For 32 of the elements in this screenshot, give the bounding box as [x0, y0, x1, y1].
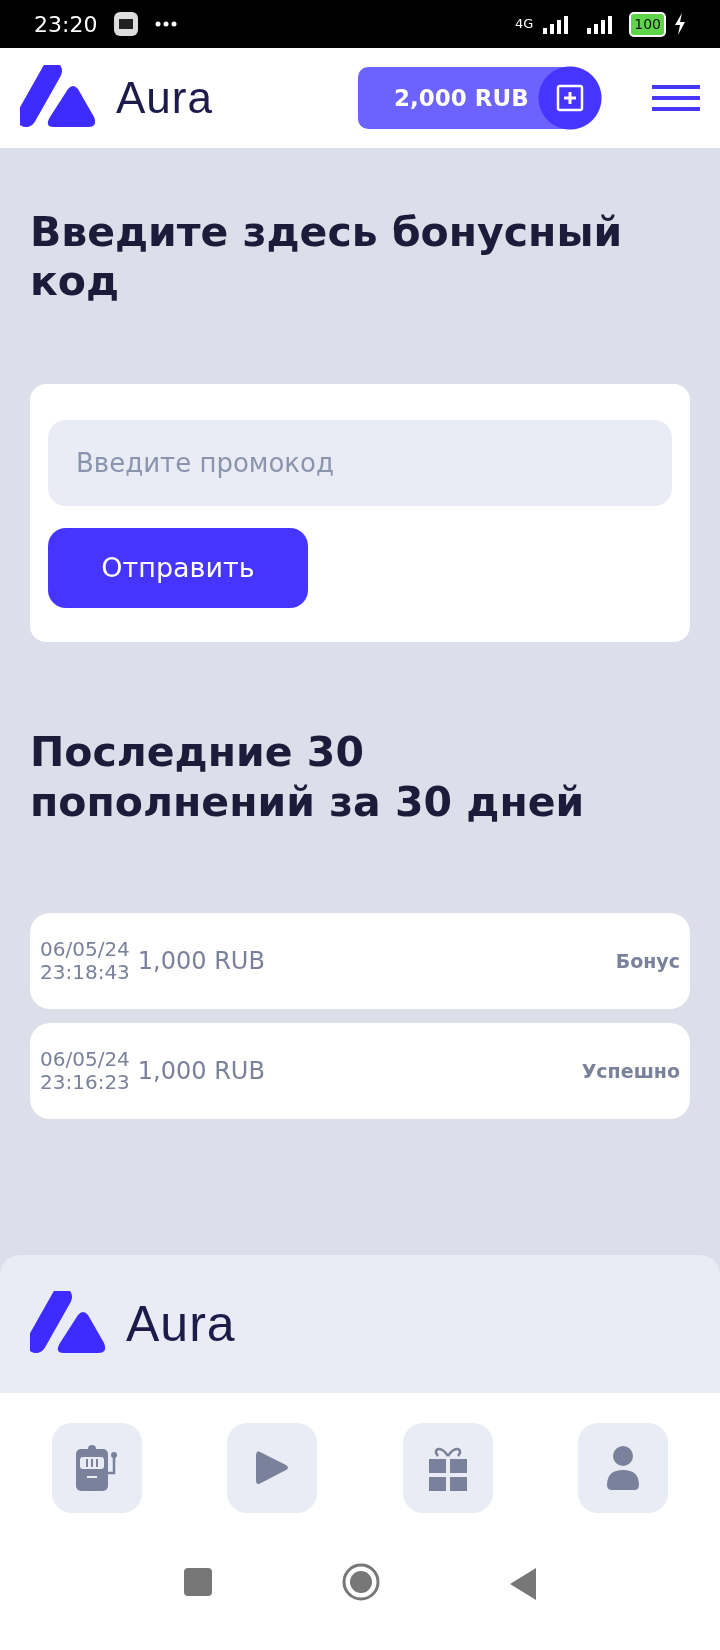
app-notification-icon [113, 11, 140, 37]
status-text: Успешно [581, 1058, 680, 1084]
plus-icon [556, 84, 584, 112]
more-notifications-icon [155, 21, 178, 27]
profile-icon [606, 1445, 640, 1491]
amount-text: 1,000 RUB [137, 1055, 265, 1087]
balance-button[interactable]: 2,000 RUB [358, 67, 538, 129]
nav-button[interactable] [52, 1423, 142, 1513]
menu-icon [652, 85, 700, 111]
time-text: 23:16:23 [40, 1070, 130, 1094]
section-heading: Последние 30 пополнений за 30 дней [30, 728, 586, 827]
charging-icon [674, 13, 686, 35]
section-heading: Введите здесь бонусный код [30, 207, 624, 307]
date-text: 06/05/24 [40, 1047, 130, 1071]
nav-button[interactable] [578, 1423, 668, 1513]
brand-name: Aura [126, 1294, 236, 1354]
battery-level: 100 [629, 11, 666, 37]
status-text: Бонус [615, 948, 680, 974]
nav-button[interactable] [227, 1423, 318, 1513]
time-text: 23:18:43 [40, 960, 130, 984]
brand-name: Aura [116, 72, 213, 124]
back-button[interactable] [509, 1567, 537, 1601]
promo-code-field[interactable]: Введите промокод [48, 420, 672, 507]
submit-button[interactable]: Отправить [48, 528, 308, 609]
recents-button[interactable] [183, 1567, 213, 1597]
network-type: 4G [514, 15, 534, 34]
menu-button[interactable] [652, 85, 700, 111]
clock-time: 23:20 [34, 10, 98, 39]
amount-text: 1,000 RUB [137, 945, 265, 977]
home-button[interactable] [341, 1562, 381, 1602]
date-text: 06/05/24 [40, 937, 130, 961]
nav-button[interactable] [402, 1423, 493, 1513]
